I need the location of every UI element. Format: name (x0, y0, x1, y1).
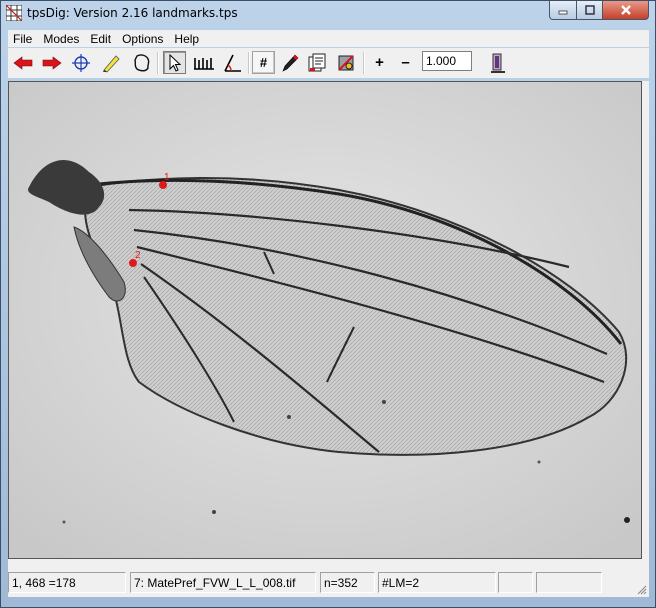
minimize-icon (558, 10, 568, 15)
menu-file[interactable]: File (8, 32, 38, 46)
status-landmark-count: #LM=2 (378, 572, 496, 593)
landmark-2-label: 2 (135, 250, 141, 261)
app-window: tpsDig: Version 2.16 landmarks.tps File … (0, 0, 656, 608)
data-file-button[interactable] (305, 51, 328, 74)
outline-icon (133, 53, 149, 71)
landmark-layer: 1 2 (129, 172, 170, 267)
data-file-icon (308, 53, 325, 71)
select-tool-button[interactable] (163, 51, 186, 74)
select-arrow-icon (169, 53, 181, 72)
pencil-tool-button[interactable] (99, 51, 122, 74)
landmark-1-label: 1 (164, 172, 170, 183)
status-image-count: n=352 (320, 572, 375, 593)
number-tool-button[interactable]: # (252, 51, 275, 74)
menu-edit[interactable]: Edit (85, 32, 117, 46)
toolbar: # + – (8, 48, 649, 78)
number-icon: # (259, 55, 268, 70)
zoom-in-button[interactable]: + (368, 51, 391, 74)
title-bar[interactable]: tpsDig: Version 2.16 landmarks.tps (1, 1, 655, 27)
status-file-name: 7: MatePref_FVW_L_L_008.tif (130, 572, 316, 593)
landmark-tool-button[interactable] (69, 51, 92, 74)
zoom-level-input[interactable] (422, 51, 472, 71)
window-title: tpsDig: Version 2.16 landmarks.tps (27, 6, 238, 20)
toolbar-separator (248, 52, 250, 74)
canvas-bottom-margin (8, 559, 649, 567)
landmark-crosshair-icon (71, 53, 90, 72)
resize-grip-icon[interactable] (637, 585, 647, 595)
status-bar: 1, 468 =178 7: MatePref_FVW_L_L_008.tif … (8, 567, 649, 597)
pencil-icon (102, 54, 120, 73)
angle-tool-button[interactable] (221, 51, 244, 74)
next-image-icon (42, 55, 61, 70)
angle-icon (223, 54, 241, 72)
previous-image-button[interactable] (11, 51, 34, 74)
status-coordinates: 1, 468 =178 (8, 572, 126, 593)
maximize-button[interactable] (576, 1, 603, 20)
toolbar-separator (363, 52, 365, 74)
ruler-icon (193, 57, 214, 70)
zoom-in-icon: + (375, 54, 384, 71)
close-icon (620, 5, 631, 15)
status-panel-empty (536, 572, 602, 593)
scale-button[interactable] (486, 51, 509, 74)
ruler-tool-button[interactable] (192, 51, 215, 74)
maximize-icon (584, 5, 595, 15)
zoom-out-button[interactable]: – (394, 51, 417, 74)
image-canvas[interactable]: 1 2 (8, 81, 642, 559)
close-button[interactable] (602, 1, 649, 20)
menu-bar: File Modes Edit Options Help (8, 30, 649, 47)
landmark-1[interactable]: 1 (159, 172, 170, 189)
image-tools-button[interactable] (334, 51, 357, 74)
marker-tool-button[interactable] (278, 51, 301, 74)
status-panel-empty (498, 572, 533, 593)
minimize-button[interactable] (549, 1, 577, 20)
menu-options[interactable]: Options (117, 32, 169, 46)
image-tools-icon (337, 54, 354, 71)
menu-help[interactable]: Help (169, 32, 205, 46)
marker-pen-icon (281, 54, 298, 72)
outline-tool-button[interactable] (130, 51, 153, 74)
toolbar-separator (157, 52, 159, 74)
next-image-button[interactable] (40, 51, 63, 74)
landmark-2[interactable]: 2 (129, 250, 141, 267)
scale-icon (490, 53, 505, 73)
canvas-right-margin (642, 81, 649, 559)
menu-modes[interactable]: Modes (38, 32, 85, 46)
previous-image-icon (13, 55, 32, 70)
zoom-out-icon: – (401, 54, 410, 71)
grid-icon (6, 5, 22, 21)
